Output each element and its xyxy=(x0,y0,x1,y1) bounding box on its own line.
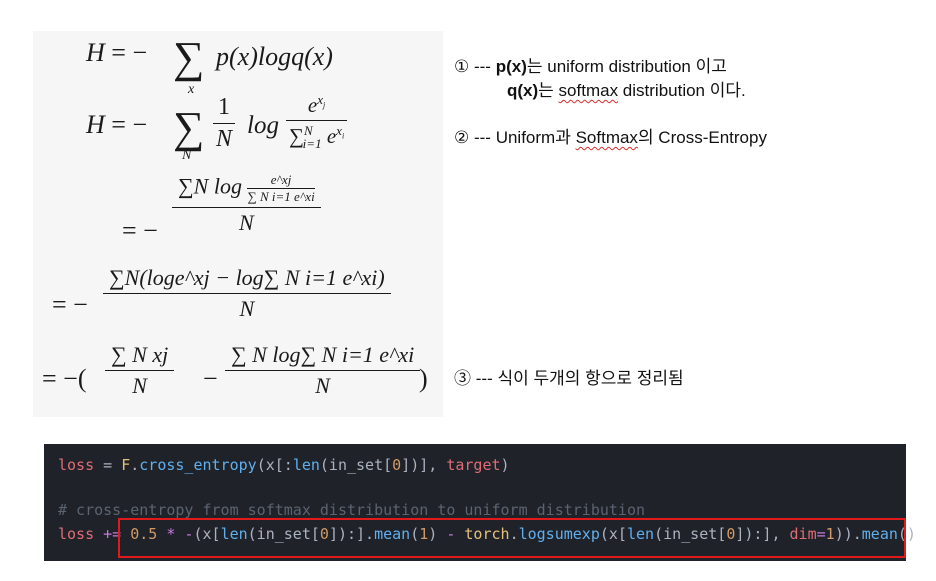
softmax-fraction: exj ∑Ni=1 exi xyxy=(286,92,348,152)
note-2: ② --- Uniform과 Softmax의 Cross-Entropy xyxy=(454,128,767,147)
sum-subscript: N xyxy=(182,148,192,163)
note-3: ③ --- 식이 두개의 항으로 정리됨 xyxy=(454,369,684,388)
code-comment: # cross-entropy from softmax distributio… xyxy=(58,501,645,519)
equation-5-frac2: ∑ N log∑ N i=1 e^xi N xyxy=(225,342,421,399)
equation-4-fraction: ∑N(loge^xj − log∑ N i=1 e^xi) N xyxy=(103,265,391,322)
equation-3-minus: = − xyxy=(122,216,158,245)
sum-symbol: ∑ xyxy=(173,33,205,82)
equation-5-prefix: = −( xyxy=(42,364,87,393)
equation-5-frac1: ∑ N xj N xyxy=(105,342,175,399)
note-1b: q(x)는 softmax distribution 이다. xyxy=(507,81,746,100)
log-text: log xyxy=(247,112,279,139)
equation-3-fraction: ∑N log e^xj ∑ N i=1 e^xi N xyxy=(172,172,321,236)
equation-2-lhs: H = − xyxy=(86,110,148,139)
equation-5-close: ) xyxy=(419,364,428,393)
code-line-1: loss = F.cross_entropy(x[:len(in_set[0])… xyxy=(58,456,510,474)
sum-subscript: x xyxy=(188,82,195,97)
equation-4-minus: = − xyxy=(52,290,88,319)
equation-1-body: p(x)logq(x) xyxy=(216,42,333,71)
equation-1: H = − xyxy=(86,38,148,67)
highlight-box xyxy=(118,518,906,558)
note-1: ① --- p(x)는 uniform distribution 이고 xyxy=(454,57,727,76)
equation-5-minus: − xyxy=(203,364,218,393)
fraction-1-over-n: 1N xyxy=(213,94,236,153)
sum-symbol: ∑ xyxy=(173,103,205,152)
